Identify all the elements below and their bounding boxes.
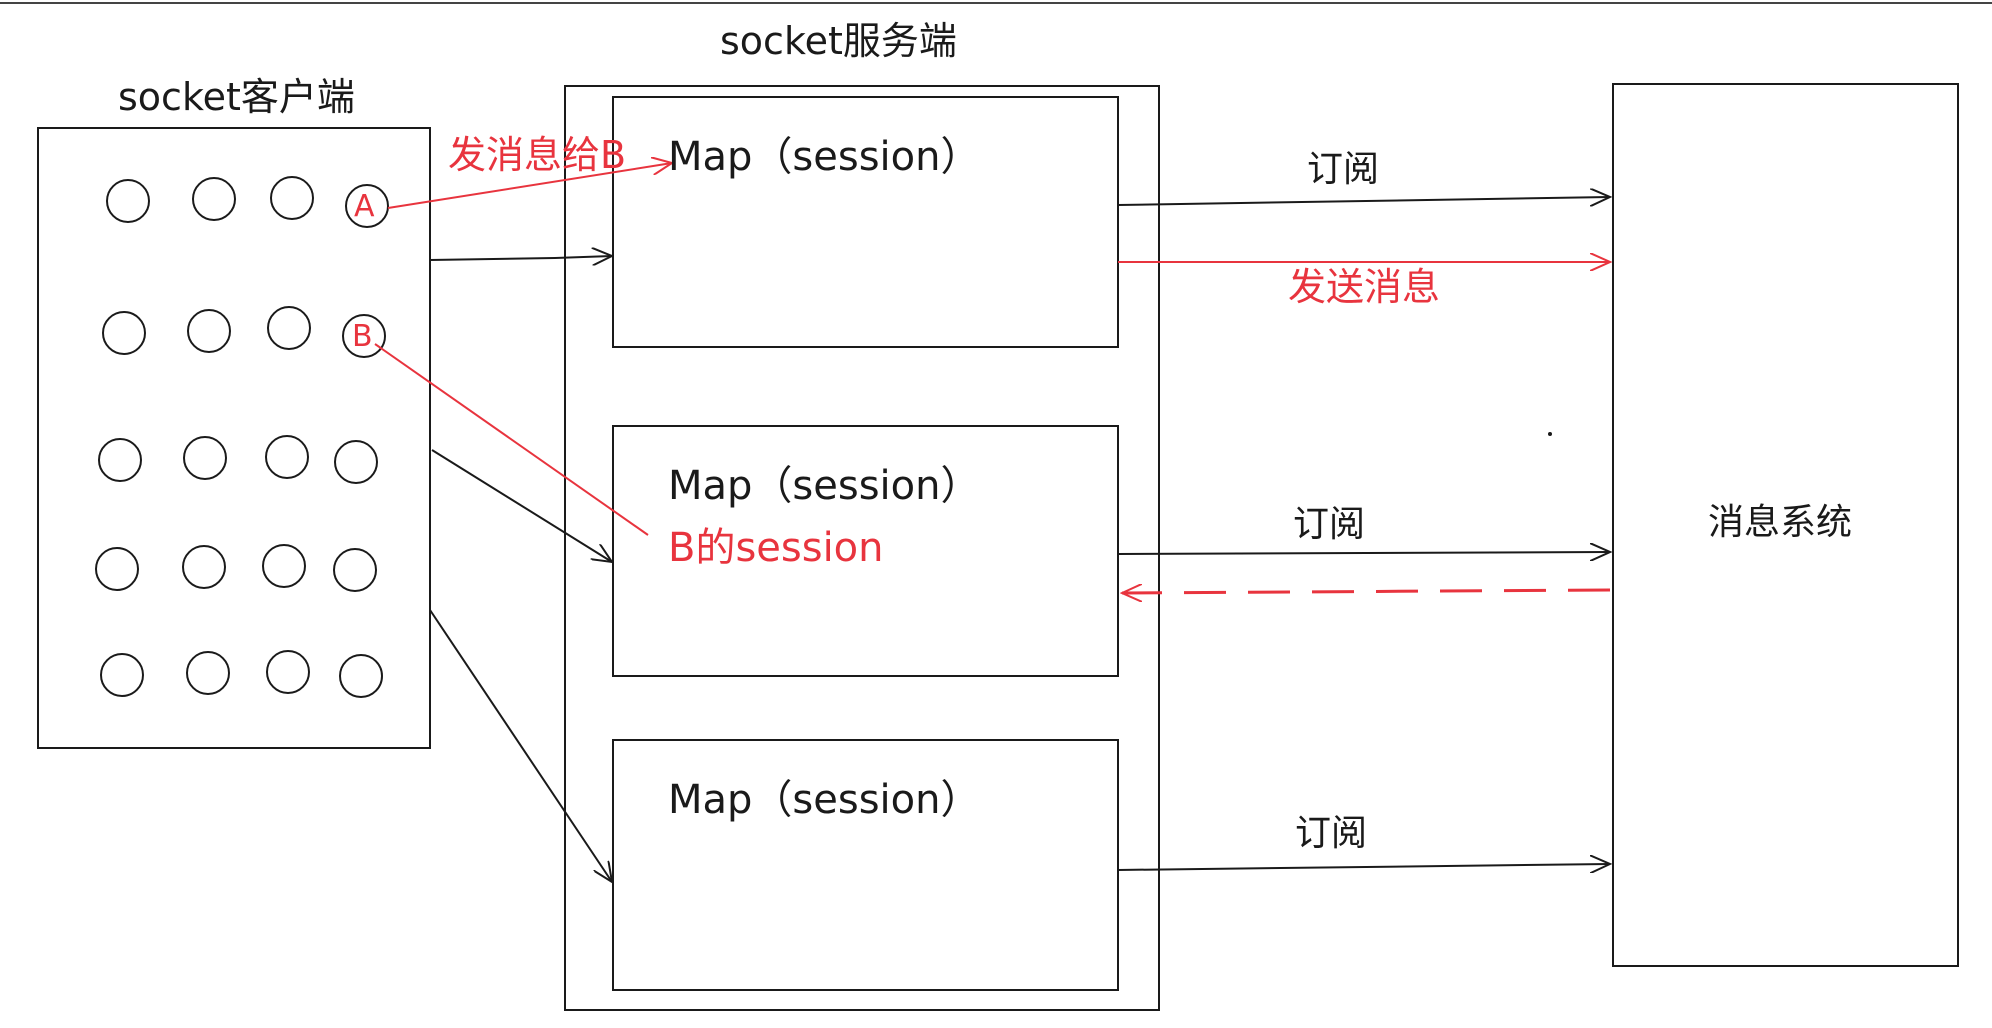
client-node bbox=[339, 654, 383, 698]
client-node bbox=[98, 438, 142, 482]
publish-label: 发送消息 bbox=[1288, 265, 1441, 309]
subscribe-arrow-3 bbox=[1117, 864, 1610, 870]
subscribe-arrow-2 bbox=[1117, 552, 1610, 554]
map-session-label-2: Map（session） bbox=[668, 463, 981, 509]
client-node bbox=[102, 311, 146, 355]
client-node bbox=[186, 651, 230, 695]
client-node bbox=[333, 548, 377, 592]
message-system-title: 消息系统 bbox=[1708, 502, 1853, 543]
client-node bbox=[265, 435, 309, 479]
client-node bbox=[106, 179, 150, 223]
stray-dot bbox=[1548, 432, 1552, 436]
client-node bbox=[334, 440, 378, 484]
b-session-link bbox=[374, 343, 649, 536]
client-to-map-1-arrow bbox=[429, 256, 612, 260]
client-node bbox=[262, 544, 306, 588]
deliver-dashed-arrow bbox=[1122, 590, 1611, 593]
send-to-b-label: 发消息给B bbox=[448, 133, 627, 177]
client-node bbox=[267, 306, 311, 350]
b-session-label: B的session bbox=[668, 525, 884, 571]
subscribe-arrow-1 bbox=[1117, 197, 1610, 205]
client-node bbox=[187, 309, 231, 353]
map-session-label-3: Map（session） bbox=[668, 777, 981, 823]
client-node bbox=[182, 545, 226, 589]
marker-a: A bbox=[354, 189, 375, 224]
architecture-diagram: socket客户端 socket服务端 消息系统 A B Map（session… bbox=[0, 0, 1992, 1028]
server-title: socket服务端 bbox=[720, 19, 957, 63]
subscribe-label-3: 订阅 bbox=[1295, 813, 1368, 854]
client-node bbox=[95, 547, 139, 591]
client-to-map-2-arrow bbox=[431, 449, 612, 562]
client-node bbox=[183, 436, 227, 480]
client-title: socket客户端 bbox=[118, 75, 355, 119]
client-node bbox=[192, 177, 236, 221]
client-node bbox=[100, 653, 144, 697]
diagram-canvas bbox=[0, 2, 1992, 1011]
client-node bbox=[270, 176, 314, 220]
subscribe-label-1: 订阅 bbox=[1307, 149, 1380, 190]
client-to-map-3-arrow bbox=[429, 609, 612, 882]
marker-b: B bbox=[352, 319, 373, 354]
client-node bbox=[266, 650, 310, 694]
client-nodes bbox=[95, 176, 389, 698]
subscribe-label-2: 订阅 bbox=[1293, 504, 1366, 545]
map-session-label-1: Map（session） bbox=[668, 134, 981, 180]
